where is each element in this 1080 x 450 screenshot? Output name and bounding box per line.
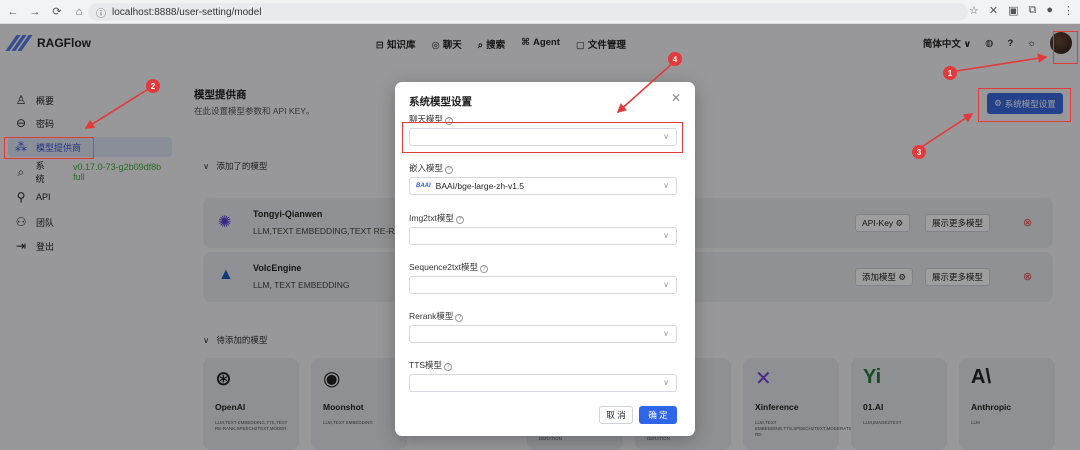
img2txt-model-select[interactable]: ∨ <box>409 227 677 245</box>
sequence2txt-model-label: Sequence2txt模型? <box>409 261 488 273</box>
field-label-text: TTS模型 <box>409 360 443 370</box>
dialog-title: 系统模型设置 <box>409 96 472 108</box>
help-icon[interactable]: ? <box>455 216 464 224</box>
help-icon[interactable]: ? <box>444 363 453 371</box>
annotation-box-chat-model <box>402 122 683 153</box>
extension-icon[interactable]: ▣ <box>1008 4 1018 17</box>
close-icon[interactable]: ✕ <box>671 91 681 105</box>
browser-toolbar: ← → ⟳ ⌂ ⓘ localhost:8888/user-setting/mo… <box>0 0 1080 24</box>
forward-icon[interactable]: → <box>26 6 44 18</box>
baai-logo-icon: BAAI <box>416 183 431 189</box>
field-label-text: Img2txt模型 <box>409 213 454 223</box>
chevron-down-icon: ∨ <box>663 329 669 338</box>
annotation-badge-1: 1 <box>943 66 957 80</box>
img2txt-model-label: Img2txt模型? <box>409 212 464 224</box>
chevron-down-icon: ∨ <box>663 280 669 289</box>
annotation-badge-2: 2 <box>146 79 160 93</box>
menu-icon[interactable]: ⋮ <box>1063 4 1074 17</box>
field-label-text: 嵌入模型 <box>409 163 444 173</box>
rerank-model-label: Rerank模型? <box>409 310 464 322</box>
address-bar[interactable]: ⓘ localhost:8888/user-setting/model <box>88 3 968 21</box>
embedding-model-label: 嵌入模型? <box>409 162 454 174</box>
star-icon[interactable]: ☆ <box>969 4 979 17</box>
reload-icon[interactable]: ⟳ <box>48 5 66 18</box>
browser-actions: ☆ ✕ ▣ ⧉ ● ⋮ <box>969 4 1074 17</box>
annotation-box-avatar <box>1053 31 1078 64</box>
info-icon[interactable]: ⓘ <box>96 5 106 20</box>
tts-model-label: TTS模型? <box>409 359 453 371</box>
annotation-box-model-providers <box>4 137 94 159</box>
puzzle-icon[interactable]: ⧉ <box>1028 4 1036 17</box>
embedding-model-select[interactable]: BAAI BAAI/bge-large-zh-v1.5 ∨ <box>409 177 677 195</box>
ok-button[interactable]: 确 定 <box>639 406 677 424</box>
select-value: BAAI/bge-large-zh-v1.5 <box>435 181 525 191</box>
annotation-badge-4: 4 <box>668 52 682 66</box>
sequence2txt-model-select[interactable]: ∨ <box>409 276 677 294</box>
back-icon[interactable]: ← <box>4 6 22 18</box>
extension-x-icon[interactable]: ✕ <box>989 4 998 17</box>
chevron-down-icon: ∨ <box>663 231 669 240</box>
annotation-box-system-settings <box>978 88 1071 122</box>
cancel-button[interactable]: 取 消 <box>599 406 633 424</box>
home-icon[interactable]: ⌂ <box>70 6 88 18</box>
help-icon[interactable]: ? <box>445 166 454 174</box>
chevron-down-icon: ∨ <box>663 181 669 190</box>
field-label-text: Sequence2txt模型 <box>409 262 478 272</box>
field-label-text: Rerank模型 <box>409 311 454 321</box>
annotation-badge-3: 3 <box>912 145 926 159</box>
chevron-down-icon: ∨ <box>663 378 669 387</box>
rerank-model-select[interactable]: ∨ <box>409 325 677 343</box>
tts-model-select[interactable]: ∨ <box>409 374 677 392</box>
help-icon[interactable]: ? <box>479 265 488 273</box>
help-icon[interactable]: ? <box>455 314 464 322</box>
url-text: localhost:8888/user-setting/model <box>112 6 262 18</box>
profile-icon[interactable]: ● <box>1046 4 1053 17</box>
